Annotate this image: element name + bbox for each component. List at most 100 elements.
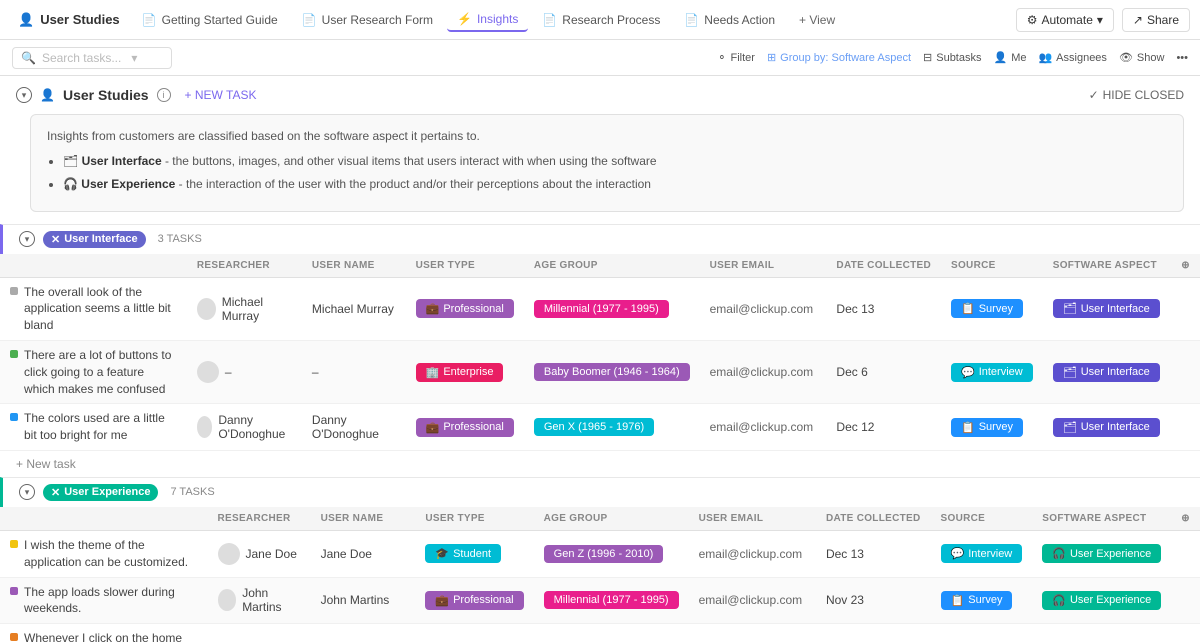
- ui-tag-label: User Interface: [64, 233, 137, 245]
- collapse-button[interactable]: ▾: [16, 87, 32, 103]
- agegroup-badge[interactable]: Millennial (1977 - 1995): [544, 591, 679, 609]
- agegroup-label: Millennial (1977 - 1995): [544, 303, 659, 315]
- tab-icon: 📄: [684, 13, 699, 27]
- filter-icon: ⚬: [717, 51, 726, 64]
- ux-tag: ✕ User Experience: [43, 484, 158, 501]
- agegroup-badge[interactable]: Gen Z (1996 - 2010): [544, 545, 664, 563]
- ux-tag-icon: ✕: [51, 486, 60, 499]
- usertype-icon: 🎓: [435, 547, 449, 560]
- search-input[interactable]: 🔍 Search tasks... ▾: [12, 47, 172, 69]
- automate-button[interactable]: ⚙ Automate ▾: [1016, 8, 1114, 32]
- source-badge[interactable]: 📋 Survey: [951, 418, 1023, 437]
- group-ux-header: ▾ ✕ User Experience 7 TASKS: [0, 477, 1200, 507]
- show-button[interactable]: 👁 Show: [1119, 51, 1165, 64]
- share-button[interactable]: ↗ Share: [1122, 8, 1190, 32]
- date-value: Dec 12: [836, 420, 874, 434]
- avatar: [197, 298, 216, 320]
- aspect-badge[interactable]: 🎧 User Experience: [1042, 591, 1161, 610]
- ux-label: User Experience: [81, 177, 175, 191]
- agegroup-badge[interactable]: Gen X (1965 - 1976): [534, 418, 654, 436]
- researcher-cell: Michael Murray: [187, 277, 302, 340]
- ux-desc: - the interaction of the user with the p…: [175, 177, 651, 191]
- usertype-badge[interactable]: 💼 Professional: [416, 418, 514, 437]
- ux-tag-label: User Experience: [64, 486, 150, 498]
- add-col-icon[interactable]: ⊕: [1181, 513, 1190, 524]
- nav-right: ⚙ Automate ▾ ↗ Share: [1016, 8, 1190, 32]
- source-badge[interactable]: 💬 Interview: [951, 363, 1033, 382]
- usertype-badge[interactable]: 🎓 Student: [425, 544, 501, 563]
- aspect-label: User Interface: [1081, 366, 1150, 378]
- usertype-badge[interactable]: 💼 Professional: [416, 299, 514, 318]
- aspect-badge[interactable]: 🗂 User Interface: [1053, 418, 1160, 437]
- filter-button[interactable]: ⚬ Filter: [717, 51, 755, 64]
- task-cell: The colors used are a little bit too bri…: [0, 404, 187, 451]
- agegroup-cell: Baby Boomer (1946 - 1964): [524, 340, 700, 403]
- source-badge[interactable]: 📋 Survey: [951, 299, 1023, 318]
- task-cell: The overall look of the application seem…: [0, 277, 187, 340]
- th-usertype: USER TYPE: [415, 507, 533, 531]
- agegroup-badge[interactable]: Baby Boomer (1946 - 1964): [534, 363, 690, 381]
- source-label: Survey: [979, 421, 1013, 433]
- aspect-badge[interactable]: 🎧 User Experience: [1042, 544, 1161, 563]
- date-cell: Nov 23: [816, 577, 931, 624]
- hide-closed-button[interactable]: ✓ HIDE CLOSED: [1089, 88, 1184, 102]
- tab-user-research-form[interactable]: 📄 User Research Form: [292, 9, 443, 31]
- subtasks-button[interactable]: ⊟ Subtasks: [923, 51, 981, 64]
- task-text[interactable]: Whenever I click on the home page button…: [24, 630, 198, 643]
- source-badge[interactable]: 📋 Survey: [941, 591, 1013, 610]
- source-label: Survey: [968, 594, 1002, 606]
- source-label: Interview: [968, 548, 1012, 560]
- task-text[interactable]: There are a lot of buttons to click goin…: [24, 347, 177, 397]
- usertype-cell: 🎓 Student: [415, 530, 533, 577]
- th-agegroup: AGE GROUP: [534, 507, 689, 531]
- add-view-button[interactable]: + View: [789, 9, 845, 31]
- top-nav: 👤 User Studies 📄 Getting Started Guide 📄…: [0, 0, 1200, 40]
- table-row: The colors used are a little bit too bri…: [0, 404, 1200, 451]
- collapse-ux-button[interactable]: ▾: [19, 484, 35, 500]
- brand: 👤 User Studies: [10, 12, 128, 28]
- task-text[interactable]: I wish the theme of the application can …: [24, 537, 198, 571]
- more-options-button[interactable]: •••: [1176, 52, 1188, 64]
- avatar: [197, 416, 212, 438]
- task-text[interactable]: The overall look of the application seem…: [24, 284, 177, 334]
- date-value: Dec 13: [826, 547, 864, 561]
- aspect-badge[interactable]: 🗂 User Interface: [1053, 363, 1160, 382]
- usertype-badge[interactable]: 🏢 Enterprise: [416, 363, 504, 382]
- task-cell: There are a lot of buttons to click goin…: [0, 340, 187, 403]
- usertype-badge[interactable]: 💼 Professional: [425, 591, 523, 610]
- aspect-icon: 🗂: [1063, 366, 1077, 379]
- email-value: email@clickup.com: [710, 302, 814, 316]
- tab-insights[interactable]: ⚡ Insights: [447, 8, 528, 32]
- aspect-badge[interactable]: 🗂 User Interface: [1053, 299, 1160, 318]
- collapse-ui-button[interactable]: ▾: [19, 231, 35, 247]
- th-source: SOURCE: [941, 254, 1043, 278]
- th-date: DATE COLLECTED: [816, 507, 931, 531]
- tab-needs-action[interactable]: 📄 Needs Action: [674, 9, 785, 31]
- task-status-dot: [10, 287, 18, 295]
- assignees-button[interactable]: 👥 Assignees: [1038, 51, 1106, 64]
- add-ui-task-button[interactable]: + New task: [0, 451, 1200, 477]
- row-actions-cell: [1171, 530, 1200, 577]
- agegroup-badge[interactable]: Millennial (1977 - 1995): [534, 300, 669, 318]
- tab-icon: 📄: [302, 13, 317, 27]
- aspect-cell: 🎧 User Experience: [1032, 530, 1171, 577]
- group-icon: ⊞: [767, 51, 776, 64]
- info-item-ux: 🎧 User Experience - the interaction of t…: [63, 175, 1167, 194]
- add-col-icon[interactable]: ⊕: [1181, 260, 1190, 271]
- ui-count: 3 TASKS: [158, 233, 202, 245]
- th-aspect: SOFTWARE ASPECT: [1032, 507, 1171, 531]
- me-button[interactable]: 👤 Me: [993, 51, 1026, 64]
- task-text[interactable]: The colors used are a little bit too bri…: [24, 410, 177, 444]
- th-researcher: RESEARCHER: [208, 507, 311, 531]
- usertype-cell: 🏢 Enterprise: [415, 624, 533, 643]
- agegroup-cell: Gen X (1965 - 1976): [524, 404, 700, 451]
- source-badge[interactable]: 💬 Interview: [941, 544, 1023, 563]
- tab-research-process[interactable]: 📄 Research Process: [532, 9, 670, 31]
- group-by-button[interactable]: ⊞ Group by: Software Aspect: [767, 51, 911, 64]
- task-text[interactable]: The app loads slower during weekends.: [24, 584, 198, 618]
- new-task-button[interactable]: + NEW TASK: [179, 86, 263, 104]
- researcher-cell: Danny O'Donoghue: [187, 404, 302, 451]
- aspect-label: User Interface: [1081, 303, 1150, 315]
- tab-getting-started[interactable]: 📄 Getting Started Guide: [132, 9, 288, 31]
- date-value: Nov 23: [826, 593, 864, 607]
